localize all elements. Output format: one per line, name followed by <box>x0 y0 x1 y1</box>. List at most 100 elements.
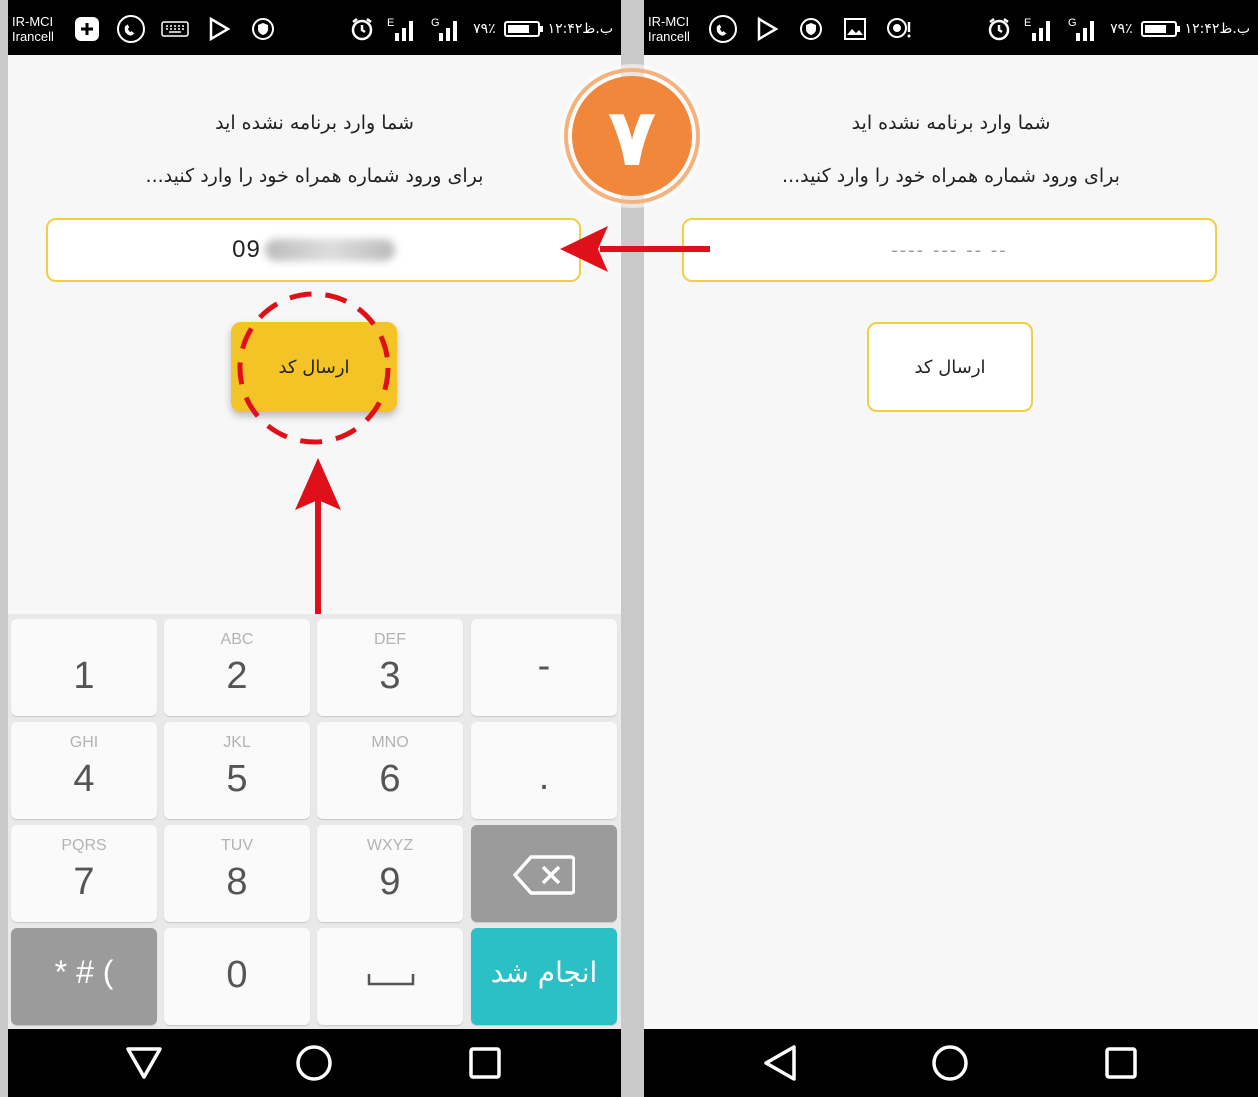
key-digit: 4 <box>73 758 95 800</box>
network-type-2: G <box>1068 17 1077 29</box>
home-icon[interactable] <box>294 1043 334 1083</box>
key-digit: 8 <box>226 861 248 903</box>
recents-icon[interactable] <box>1101 1043 1141 1083</box>
carrier-label: IR-MCI Irancell <box>648 14 690 44</box>
key-1[interactable]: 1 <box>11 619 157 716</box>
space-icon <box>367 972 415 992</box>
key-dash[interactable]: - <box>471 619 617 716</box>
key-6[interactable]: MNO 6 <box>317 722 463 819</box>
enter-number-subtitle: برای ورود شماره همراه خود را وارد کنید..… <box>145 165 484 187</box>
phone-number-input[interactable]: ---- --- -- -- <box>682 218 1217 282</box>
backspace-icon <box>513 855 576 899</box>
key-digit: 1 <box>73 655 95 697</box>
backspace-key[interactable] <box>471 825 617 922</box>
send-code-button[interactable]: ارسال کد <box>231 322 397 412</box>
signal-icon-sim1: E <box>1022 14 1058 44</box>
key-letters: GHI <box>69 734 99 751</box>
key-symbols-label: * # ( <box>54 954 114 990</box>
send-code-button[interactable]: ارسال کد <box>867 322 1033 412</box>
space-key[interactable] <box>317 928 463 1025</box>
carrier-line-1: IR-MCI <box>648 14 690 29</box>
key-digit: 9 <box>379 861 401 903</box>
key-digit: 2 <box>226 655 248 697</box>
key-letters: PQRS <box>61 837 107 854</box>
add-icon <box>72 14 102 44</box>
image-icon <box>840 14 870 44</box>
back-icon[interactable] <box>760 1043 800 1083</box>
done-key[interactable]: انجام شد <box>471 928 617 1025</box>
key-letters: ABC <box>220 631 254 648</box>
signal-icon-sim2: G <box>1066 14 1102 44</box>
phone-number-visible-prefix: 09 <box>232 236 261 263</box>
key-digit: 7 <box>73 861 95 903</box>
key-symbol: . <box>538 756 550 798</box>
carrier-line-2: Irancell <box>648 29 690 44</box>
notification-icons <box>72 14 278 44</box>
key-9[interactable]: WXYZ 9 <box>317 825 463 922</box>
alarm-icon <box>984 14 1014 44</box>
carrier-line-1: IR-MCI <box>12 14 54 29</box>
recents-icon[interactable] <box>465 1043 505 1083</box>
key-dot[interactable]: . <box>471 722 617 819</box>
not-logged-in-title: شما وارد برنامه نشده اید <box>851 112 1051 134</box>
network-type-1: E <box>387 17 394 29</box>
key-letters: DEF <box>374 631 406 648</box>
status-bar: IR-MCI Irancell E G ۷۹٪ ۱۲:۴۲ب.ظ <box>644 0 1258 55</box>
signal-icon-sim1: E <box>385 14 421 44</box>
play-store-icon <box>752 14 782 44</box>
phone-call-icon <box>708 14 738 44</box>
key-letters: MNO <box>371 734 409 751</box>
play-store-icon <box>204 14 234 44</box>
alarm-icon <box>347 14 377 44</box>
key-5[interactable]: JKL 5 <box>164 722 310 819</box>
battery-percent: ۷۹٪ <box>473 21 496 37</box>
key-0[interactable]: 0 <box>164 928 310 1025</box>
key-digit: 0 <box>226 954 248 996</box>
notification-icons <box>708 14 914 44</box>
key-7[interactable]: PQRS 7 <box>11 825 157 922</box>
key-digit: 6 <box>379 758 401 800</box>
battery-fill <box>507 25 529 33</box>
shield-icon <box>796 14 826 44</box>
done-key-label: انجام شد <box>490 956 598 989</box>
navigation-bar <box>644 1029 1258 1097</box>
key-digit: 5 <box>226 758 248 800</box>
status-bar: IR-MCI Irancell E G ۷۹٪ ۱۲:۴۲ب.ظ <box>8 0 621 55</box>
right-phone-screen: IR-MCI Irancell E G ۷۹٪ ۱۲:۴۲ب.ظ شما وار… <box>644 0 1258 1097</box>
battery-icon <box>1140 21 1180 37</box>
key-letters: TUV <box>221 837 253 854</box>
clock: ۱۲:۴۲ب.ظ <box>1184 21 1250 37</box>
battery-icon <box>503 21 543 37</box>
blurred-digits <box>264 239 395 261</box>
location-icon <box>884 14 914 44</box>
carrier-line-2: Irancell <box>12 29 54 44</box>
network-type-2: G <box>431 17 440 29</box>
not-logged-in-title: شما وارد برنامه نشده اید <box>215 112 414 134</box>
keyboard-icon <box>160 14 190 44</box>
carrier-label: IR-MCI Irancell <box>12 14 54 44</box>
phone-call-icon <box>116 14 146 44</box>
key-letters: WXYZ <box>366 837 414 854</box>
key-8[interactable]: TUV 8 <box>164 825 310 922</box>
enter-number-subtitle: برای ورود شماره همراه خود را وارد کنید..… <box>782 165 1120 187</box>
numeric-keypad: 1 ABC 2 DEF 3 - GHI 4 JKL 5 MNO 6 . PQRS… <box>8 614 621 1029</box>
phone-number-input[interactable]: 09 <box>46 218 581 282</box>
phone-number-placeholder: ---- --- -- -- <box>891 239 1008 261</box>
phone-number-value: 09 <box>232 236 395 264</box>
signal-icon-sim2: G <box>429 14 465 44</box>
symbols-key[interactable]: * # ( <box>11 928 157 1025</box>
key-letters: JKL <box>223 734 251 751</box>
navigation-bar <box>8 1029 621 1097</box>
shield-icon <box>248 14 278 44</box>
back-icon[interactable] <box>124 1043 164 1083</box>
battery-fill <box>1144 25 1166 33</box>
network-type-1: E <box>1024 17 1031 29</box>
key-4[interactable]: GHI 4 <box>11 722 157 819</box>
system-status-icons: E G ۷۹٪ ۱۲:۴۲ب.ظ <box>984 14 1250 44</box>
key-2[interactable]: ABC 2 <box>164 619 310 716</box>
clock: ۱۲:۴۲ب.ظ <box>547 21 613 37</box>
left-phone-screen: IR-MCI Irancell E G ۷۹٪ ۱۲:۴۲ب.ظ شما وار… <box>8 0 621 1097</box>
key-3[interactable]: DEF 3 <box>317 619 463 716</box>
key-symbol: - <box>537 645 551 687</box>
home-icon[interactable] <box>930 1043 970 1083</box>
